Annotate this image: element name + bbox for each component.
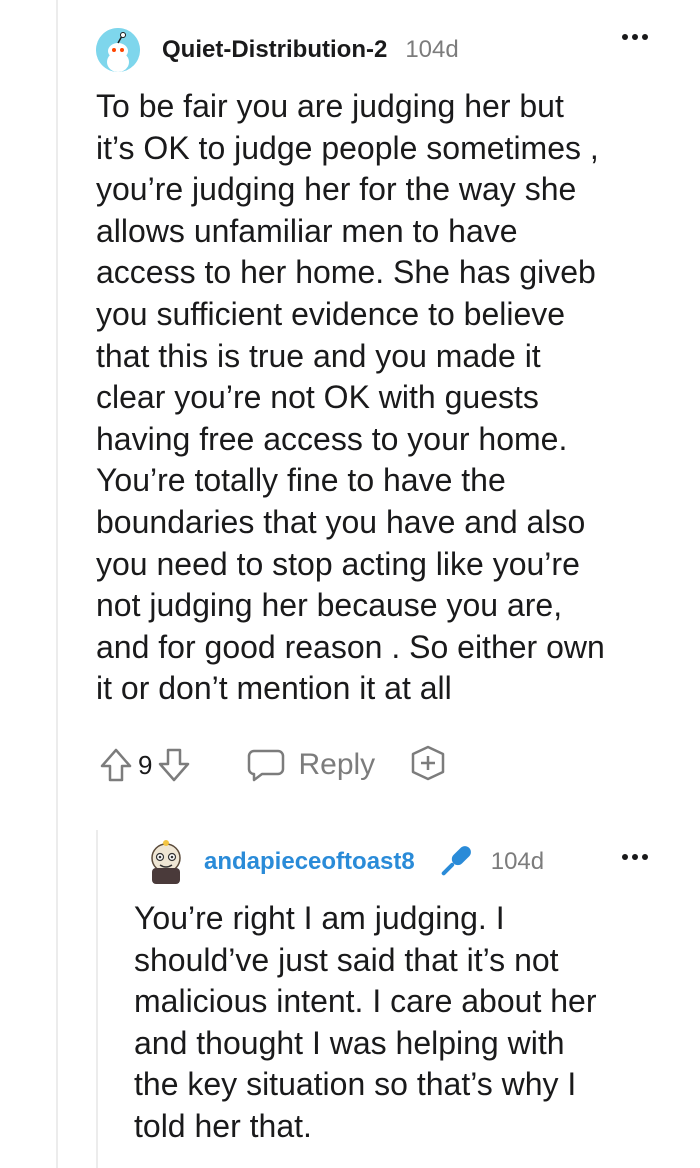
award-icon [411, 745, 445, 780]
reply-bubble-icon [248, 749, 285, 782]
comment-actions: 9 Reply [96, 742, 447, 788]
thread-line[interactable] [56, 0, 58, 1168]
more-options-icon [622, 34, 648, 40]
op-microphone-icon [441, 846, 471, 876]
reply-header: andapieceoftoast8 104d [144, 838, 544, 886]
reply-more-options-button[interactable] [622, 854, 648, 860]
reply-body: You’re right I am judging. I should’ve j… [134, 900, 597, 1144]
award-button[interactable] [409, 744, 447, 787]
avatar[interactable] [96, 28, 140, 72]
upvote-icon[interactable] [96, 745, 136, 785]
reply-label: Reply [298, 748, 376, 781]
toast-avatar-icon [151, 840, 181, 884]
vote-score: 9 [138, 749, 153, 780]
more-options-button[interactable] [622, 34, 648, 40]
comment-header: Quiet-Distribution-2 104d [96, 28, 459, 72]
reply-thread-line[interactable] [96, 830, 98, 1168]
username[interactable]: Quiet-Distribution-2 [162, 36, 387, 64]
reply-username[interactable]: andapieceoftoast8 [204, 848, 415, 876]
more-options-icon [622, 854, 648, 860]
snoo-avatar-icon [96, 28, 140, 72]
comment-body: To be fair you are judging her but it’s … [96, 88, 605, 707]
reply-avatar[interactable] [144, 838, 188, 886]
comment-age: 104d [405, 36, 459, 63]
reply-age: 104d [490, 848, 545, 875]
downvote-icon[interactable] [154, 745, 194, 785]
reply-button[interactable]: Reply [246, 747, 375, 783]
